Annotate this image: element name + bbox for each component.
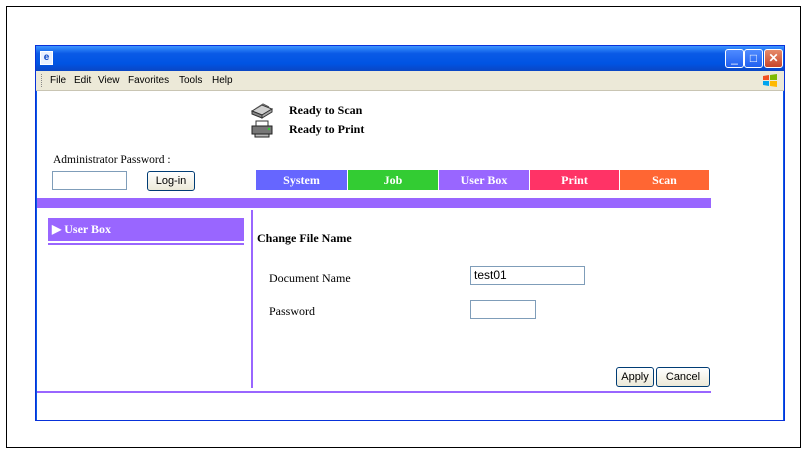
footer-divider	[37, 391, 711, 393]
close-button[interactable]: ✕	[764, 49, 783, 68]
menu-bar: File Edit View Favorites Tools Help	[36, 71, 784, 91]
menu-edit[interactable]: Edit	[74, 75, 91, 86]
tab-print[interactable]: Print	[530, 170, 619, 190]
login-button[interactable]: Log-in	[147, 171, 195, 191]
content-divider	[251, 210, 253, 388]
printer-icon	[251, 120, 273, 138]
windows-logo-icon	[763, 74, 777, 87]
tab-system[interactable]: System	[256, 170, 347, 190]
page-title: Change File Name	[257, 231, 352, 245]
sidebar-item-user-box[interactable]: ▶ User Box	[48, 218, 244, 241]
document-name-label: Document Name	[269, 271, 351, 285]
scanner-icon	[251, 103, 273, 119]
page-content: Ready to Scan Ready to Print Administrat…	[37, 91, 783, 420]
minimize-button[interactable]: _	[725, 49, 744, 68]
menu-favorites[interactable]: Favorites	[128, 75, 169, 86]
maximize-button[interactable]: □	[744, 49, 763, 68]
tab-job[interactable]: Job	[348, 170, 438, 190]
admin-password-label: Administrator Password :	[53, 154, 171, 166]
apply-button[interactable]: Apply	[616, 367, 654, 387]
password-input[interactable]	[470, 300, 536, 319]
document-name-input[interactable]: test01	[470, 266, 585, 285]
menu-help[interactable]: Help	[212, 75, 233, 86]
title-bar[interactable]: e _ □ ✕	[36, 46, 784, 71]
toolbar-grip-icon	[41, 74, 44, 87]
tab-scan[interactable]: Scan	[620, 170, 709, 190]
sidebar-divider	[48, 243, 244, 245]
password-label: Password	[269, 304, 316, 318]
print-status-text: Ready to Print	[289, 122, 365, 136]
menu-file[interactable]: File	[50, 75, 66, 86]
tab-user-box[interactable]: User Box	[439, 170, 529, 190]
browser-window: e _ □ ✕ File Edit View Favorites Tools H…	[35, 45, 785, 421]
menu-tools[interactable]: Tools	[179, 75, 202, 86]
admin-password-input[interactable]	[52, 171, 127, 190]
scan-status-text: Ready to Scan	[289, 103, 363, 117]
menu-view[interactable]: View	[98, 75, 120, 86]
cancel-button[interactable]: Cancel	[656, 367, 710, 387]
header-divider	[37, 198, 711, 208]
ie-icon: e	[40, 51, 53, 65]
